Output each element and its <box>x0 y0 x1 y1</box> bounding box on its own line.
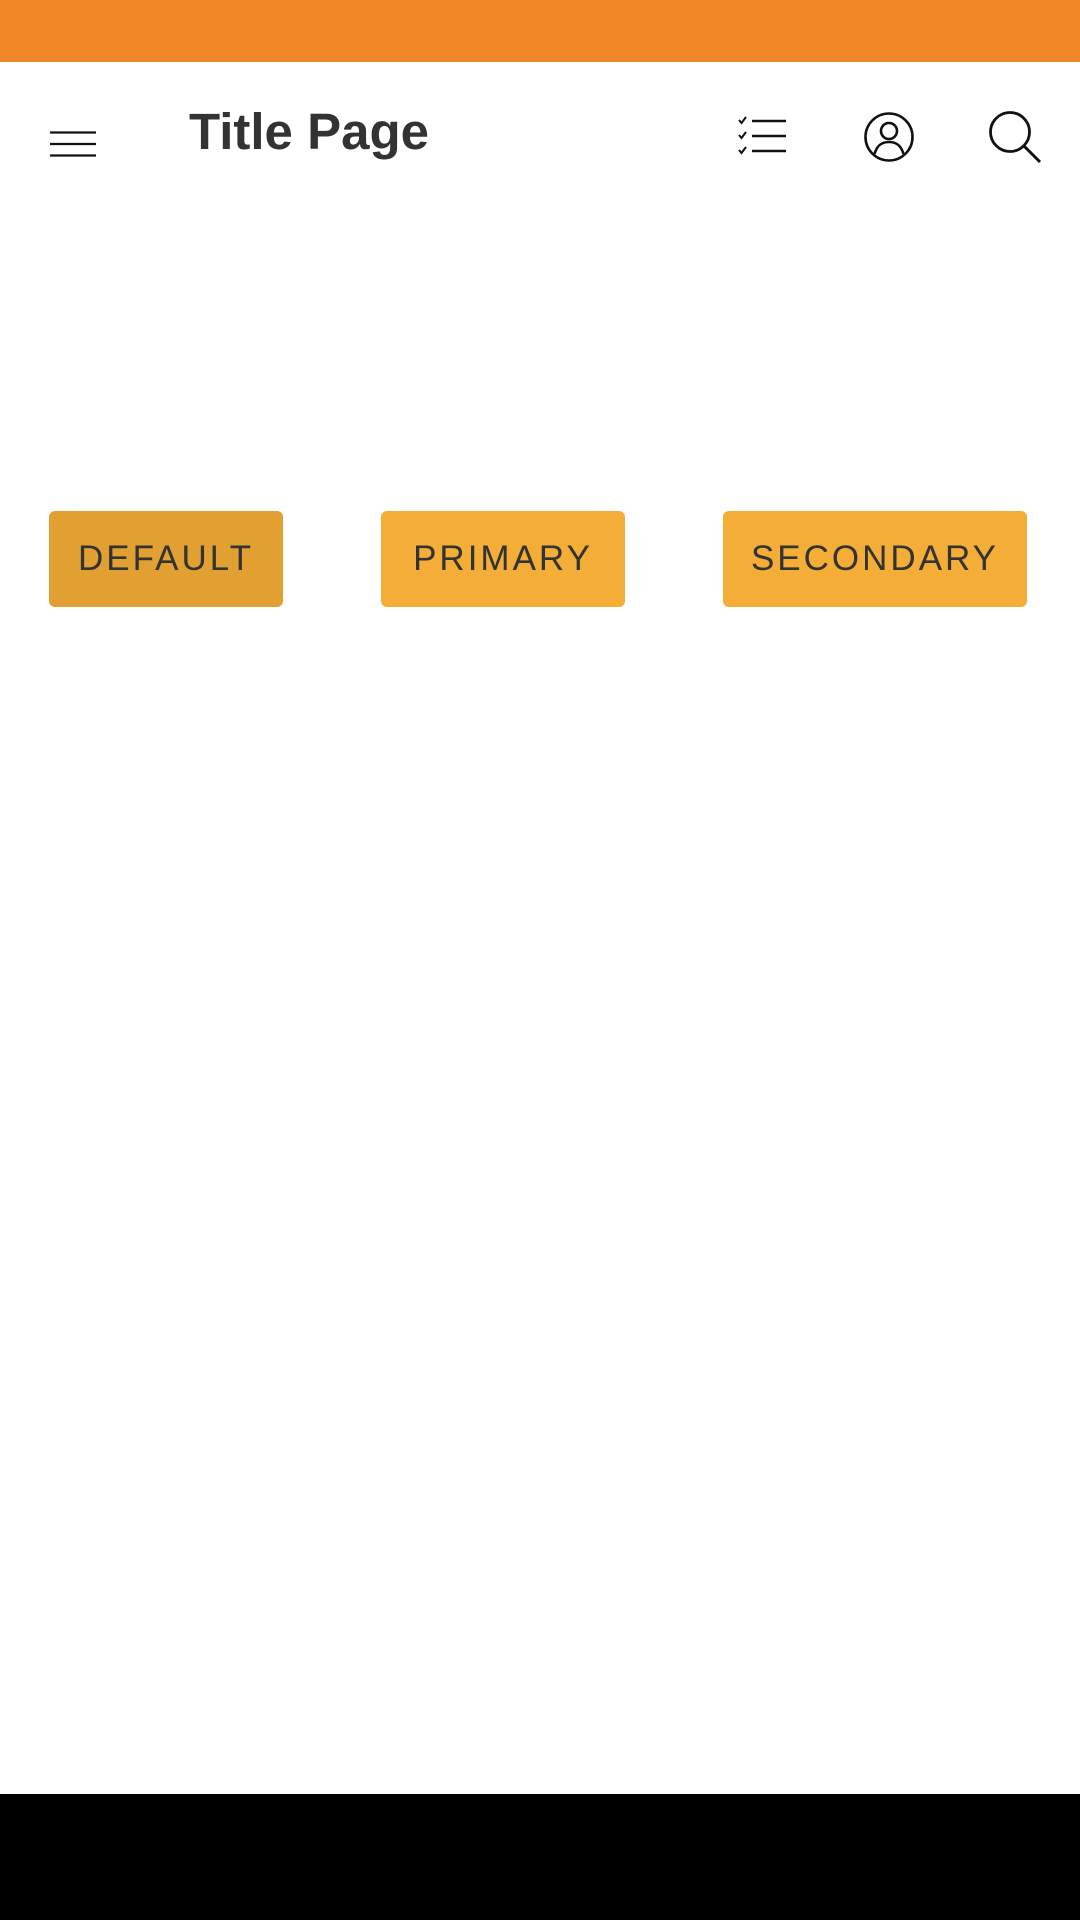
search-icon <box>988 110 1042 164</box>
hamburger-menu-icon <box>50 131 96 157</box>
app-bar: Title Page <box>0 62 1080 210</box>
account-button[interactable] <box>846 94 932 180</box>
page-title: Title Page <box>189 103 429 160</box>
status-bar <box>0 0 1080 62</box>
default-button[interactable]: DEFAULT <box>49 511 283 607</box>
checklist-button[interactable] <box>720 94 804 178</box>
primary-button[interactable]: PRIMARY <box>381 511 625 607</box>
system-navigation-bar <box>0 1794 1080 1920</box>
menu-button[interactable] <box>30 101 116 187</box>
account-circle-icon <box>863 111 915 163</box>
checklist-icon <box>738 116 786 156</box>
search-button[interactable] <box>972 94 1058 180</box>
secondary-button[interactable]: SECONDARY <box>723 511 1027 607</box>
